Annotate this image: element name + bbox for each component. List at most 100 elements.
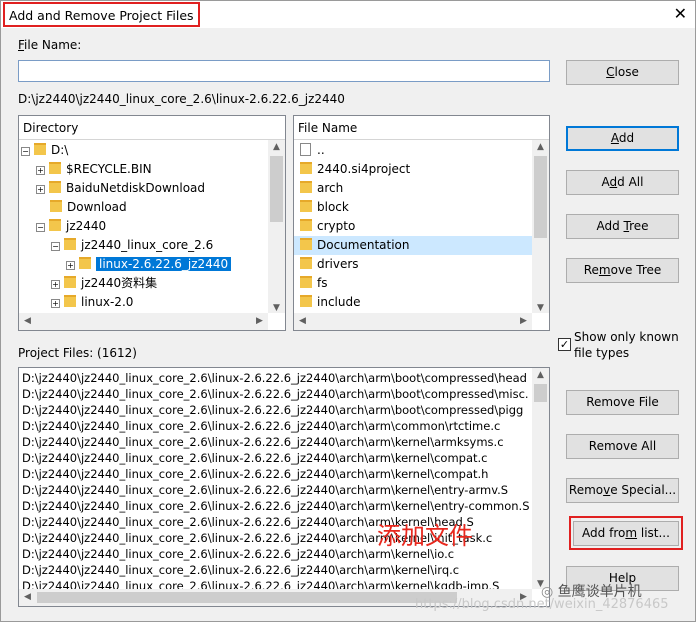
scroll-up-icon[interactable]: ▲ xyxy=(532,370,549,380)
show-known-label[interactable]: Show only known file types xyxy=(574,329,692,361)
file-item-label: arch xyxy=(317,181,344,195)
list-item[interactable]: D:\jz2440\jz2440_linux_core_2.6\linux-2.… xyxy=(22,562,459,578)
scroll-left-icon[interactable]: ◀ xyxy=(294,316,311,326)
add-all-text-pre: A xyxy=(601,175,610,189)
expand-icon[interactable]: + xyxy=(51,299,60,308)
file-item[interactable]: 2440.si4project xyxy=(298,160,532,179)
folder-icon xyxy=(300,219,312,231)
scroll-right-icon[interactable]: ▶ xyxy=(251,316,268,326)
tree-item-jz2440[interactable]: − jz2440 xyxy=(36,217,106,236)
tree-item-drive[interactable]: − D:\ xyxy=(21,141,68,160)
list-item[interactable]: D:\jz2440\jz2440_linux_core_2.6\linux-2.… xyxy=(22,386,529,402)
remove-special-button[interactable]: Remove Special... xyxy=(566,478,679,503)
list-item[interactable]: D:\jz2440\jz2440_linux_core_2.6\linux-2.… xyxy=(22,450,488,466)
tree-item-label: $RECYCLE.BIN xyxy=(66,162,152,176)
folder-icon xyxy=(49,219,61,231)
file-list[interactable]: File Name .. 2440.si4project arch block … xyxy=(293,115,550,331)
scroll-thumb[interactable] xyxy=(37,592,457,603)
folder-icon xyxy=(34,143,46,155)
folder-icon xyxy=(50,200,62,212)
project-files-list[interactable]: D:\jz2440\jz2440_linux_core_2.6\linux-2.… xyxy=(18,367,550,607)
directory-column-header[interactable]: Directory xyxy=(19,116,285,140)
list-item[interactable]: D:\jz2440\jz2440_linux_core_2.6\linux-2.… xyxy=(22,370,527,386)
expand-icon[interactable]: + xyxy=(51,280,60,289)
file-list-vertical-scrollbar[interactable]: ▲ ▼ xyxy=(532,140,549,313)
collapse-icon[interactable]: − xyxy=(51,242,60,251)
close-button-accel: C xyxy=(606,65,615,79)
tree-item-linux-2-0[interactable]: + linux-2.0 xyxy=(51,293,133,312)
remove-tree-accel: m xyxy=(598,263,611,277)
file-name-input[interactable] xyxy=(18,60,550,82)
add-all-text: d All xyxy=(617,175,644,189)
list-item[interactable]: D:\jz2440\jz2440_linux_core_2.6\linux-2.… xyxy=(22,402,523,418)
file-item-highlighted[interactable]: Documentation xyxy=(294,236,532,255)
expand-icon[interactable]: + xyxy=(36,166,45,175)
close-button[interactable]: Close xyxy=(566,60,679,85)
scroll-down-icon[interactable]: ▼ xyxy=(532,303,549,313)
scroll-up-icon[interactable]: ▲ xyxy=(532,142,549,152)
expand-icon[interactable]: + xyxy=(36,185,45,194)
file-item[interactable]: drivers xyxy=(298,255,532,274)
add-all-accel: d xyxy=(609,175,618,189)
scroll-thumb[interactable] xyxy=(270,156,283,222)
list-item[interactable]: D:\jz2440\jz2440_linux_core_2.6\linux-2.… xyxy=(22,482,508,498)
scroll-left-icon[interactable]: ◀ xyxy=(19,316,36,326)
file-name-label: File Name: xyxy=(18,38,81,52)
file-item[interactable]: crypto xyxy=(298,217,532,236)
tree-item-linux-2-6-22-6[interactable]: + linux-2.6.22.6_jz2440 xyxy=(66,255,232,274)
file-item-label: crypto xyxy=(317,219,356,233)
file-name-label-text: ile Name: xyxy=(24,38,82,52)
show-known-checkbox[interactable]: ✓ xyxy=(558,338,571,351)
file-item-label: Documentation xyxy=(317,238,410,252)
list-item[interactable]: D:\jz2440\jz2440_linux_core_2.6\linux-2.… xyxy=(22,498,530,514)
directory-horizontal-scrollbar[interactable]: ◀ ▶ xyxy=(19,313,268,330)
remove-file-button[interactable]: Remove File xyxy=(566,390,679,415)
file-item-parent[interactable]: .. xyxy=(298,141,532,160)
tree-item-label: Download xyxy=(67,200,127,214)
tree-item-baidu[interactable]: + BaiduNetdiskDownload xyxy=(36,179,205,198)
add-files-annotation: 添加文件 xyxy=(377,522,473,550)
scroll-right-icon[interactable]: ▶ xyxy=(515,316,532,326)
list-item[interactable]: D:\jz2440\jz2440_linux_core_2.6\linux-2.… xyxy=(22,466,488,482)
remove-all-button[interactable]: Remove All xyxy=(566,434,679,459)
file-name-column-header[interactable]: File Name xyxy=(294,116,549,140)
remove-tree-button[interactable]: Remove Tree xyxy=(566,258,679,283)
add-tree-button[interactable]: Add Tree xyxy=(566,214,679,239)
folder-icon xyxy=(49,181,61,193)
file-item-label: drivers xyxy=(317,257,359,271)
directory-tree[interactable]: Directory − D:\ + $RECYCLE.BIN + BaiduNetdi… xyxy=(18,115,286,331)
collapse-icon[interactable]: − xyxy=(21,147,30,156)
tree-item-jz2440-docs[interactable]: + jz2440资料集 xyxy=(51,274,157,293)
tree-item-download[interactable]: Download xyxy=(50,198,127,217)
add-all-button[interactable]: Add All xyxy=(566,170,679,195)
file-item[interactable]: fs xyxy=(298,274,532,293)
file-item-label: 2440.si4project xyxy=(317,162,411,176)
scroll-thumb[interactable] xyxy=(534,156,547,238)
scroll-thumb[interactable] xyxy=(534,384,547,402)
file-icon xyxy=(300,143,311,156)
tree-item-label: linux-2.0 xyxy=(81,295,134,309)
directory-vertical-scrollbar[interactable]: ▲ ▼ xyxy=(268,140,285,313)
list-item[interactable]: D:\jz2440\jz2440_linux_core_2.6\linux-2.… xyxy=(22,418,500,434)
folder-icon xyxy=(300,162,312,174)
file-item[interactable]: include xyxy=(298,293,532,312)
file-item[interactable]: arch xyxy=(298,179,532,198)
scroll-left-icon[interactable]: ◀ xyxy=(19,592,36,602)
folder-icon xyxy=(64,238,76,250)
file-item[interactable]: block xyxy=(298,198,532,217)
tree-item-label-selected: linux-2.6.22.6_jz2440 xyxy=(96,257,232,271)
add-button-text: dd xyxy=(618,131,635,145)
scroll-up-icon[interactable]: ▲ xyxy=(268,142,285,152)
project-files-vertical-scrollbar[interactable]: ▲ ▼ xyxy=(532,368,549,589)
tree-item-recycle-bin[interactable]: + $RECYCLE.BIN xyxy=(36,160,152,179)
collapse-icon[interactable]: − xyxy=(36,223,45,232)
tree-item-jz2440-linux-core[interactable]: − jz2440_linux_core_2.6 xyxy=(51,236,213,255)
list-item[interactable]: D:\jz2440\jz2440_linux_core_2.6\linux-2.… xyxy=(22,434,504,450)
expand-icon[interactable]: + xyxy=(66,261,75,270)
file-list-horizontal-scrollbar[interactable]: ◀ ▶ xyxy=(294,313,532,330)
scroll-down-icon[interactable]: ▼ xyxy=(268,303,285,313)
tree-item-label: jz2440资料集 xyxy=(81,276,158,290)
add-button[interactable]: Add xyxy=(566,126,679,151)
folder-icon xyxy=(300,295,312,307)
close-icon[interactable]: ✕ xyxy=(674,4,687,24)
